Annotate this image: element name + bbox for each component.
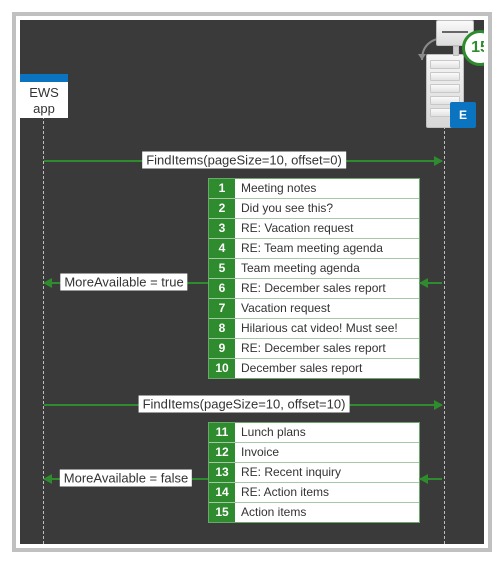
- ews-app-label-2: app: [20, 101, 68, 117]
- result-row: 12Invoice: [209, 442, 419, 462]
- result-row-index: 5: [209, 259, 235, 278]
- result-row-text: RE: December sales report: [235, 279, 419, 298]
- result-row-index: 12: [209, 443, 235, 462]
- result-row-index: 2: [209, 199, 235, 218]
- exchange-icon: E: [450, 102, 476, 128]
- request-label-2: FindItems(pageSize=10, offset=10): [139, 396, 350, 413]
- result-row: 1Meeting notes: [209, 179, 419, 198]
- result-row-index: 11: [209, 423, 235, 442]
- result-row: 13RE: Recent inquiry: [209, 462, 419, 482]
- result-row: 5Team meeting agenda: [209, 258, 419, 278]
- result-row-index: 10: [209, 359, 235, 378]
- result-row-text: Hilarious cat video! Must see!: [235, 319, 419, 338]
- result-list-1: 1Meeting notes2Did you see this?3RE: Vac…: [208, 178, 420, 379]
- result-row: 6RE: December sales report: [209, 278, 419, 298]
- result-row-index: 8: [209, 319, 235, 338]
- result-row-text: Lunch plans: [235, 423, 419, 442]
- ews-app-label-1: EWS: [20, 85, 68, 101]
- response-label-2: MoreAvailable = false: [60, 470, 192, 487]
- result-row: 2Did you see this?: [209, 198, 419, 218]
- result-row-text: Team meeting agenda: [235, 259, 419, 278]
- result-row: 3RE: Vacation request: [209, 218, 419, 238]
- result-row: 9RE: December sales report: [209, 338, 419, 358]
- result-row: 8Hilarious cat video! Must see!: [209, 318, 419, 338]
- result-row-index: 7: [209, 299, 235, 318]
- result-row-text: RE: Recent inquiry: [235, 463, 419, 482]
- result-row: 7Vacation request: [209, 298, 419, 318]
- response-arrow-1-right: [420, 282, 442, 284]
- result-row-text: Did you see this?: [235, 199, 419, 218]
- result-row: 10December sales report: [209, 358, 419, 378]
- result-row-index: 6: [209, 279, 235, 298]
- response-label-1: MoreAvailable = true: [60, 274, 187, 291]
- result-row: 4RE: Team meeting agenda: [209, 238, 419, 258]
- result-row-index: 3: [209, 219, 235, 238]
- diagram-frame: EWS app E 15 FindI: [0, 0, 504, 564]
- result-row-text: RE: December sales report: [235, 339, 419, 358]
- request-label-1: FindItems(pageSize=10, offset=0): [142, 152, 346, 169]
- result-row-text: RE: Vacation request: [235, 219, 419, 238]
- result-row: 15Action items: [209, 502, 419, 522]
- result-row-index: 13: [209, 463, 235, 482]
- result-row-index: 15: [209, 503, 235, 522]
- result-row-index: 4: [209, 239, 235, 258]
- result-list-2: 11Lunch plans12Invoice13RE: Recent inqui…: [208, 422, 420, 523]
- result-row-index: 9: [209, 339, 235, 358]
- result-row-text: RE: Action items: [235, 483, 419, 502]
- result-row-text: Invoice: [235, 443, 419, 462]
- ews-app-node: EWS app: [20, 74, 68, 118]
- result-row-text: Vacation request: [235, 299, 419, 318]
- mailbox-count: 15: [471, 39, 484, 56]
- diagram-canvas: EWS app E 15 FindI: [20, 20, 484, 544]
- result-row: 11Lunch plans: [209, 423, 419, 442]
- result-row-text: RE: Team meeting agenda: [235, 239, 419, 258]
- server-lifeline: [444, 126, 445, 544]
- result-row-index: 1: [209, 179, 235, 198]
- result-row-text: Meeting notes: [235, 179, 419, 198]
- result-row-text: Action items: [235, 503, 419, 522]
- result-row-text: December sales report: [235, 359, 419, 378]
- result-row-index: 14: [209, 483, 235, 502]
- response-arrow-2-right: [420, 478, 442, 480]
- result-row: 14RE: Action items: [209, 482, 419, 502]
- exchange-icon-letter: E: [459, 108, 467, 122]
